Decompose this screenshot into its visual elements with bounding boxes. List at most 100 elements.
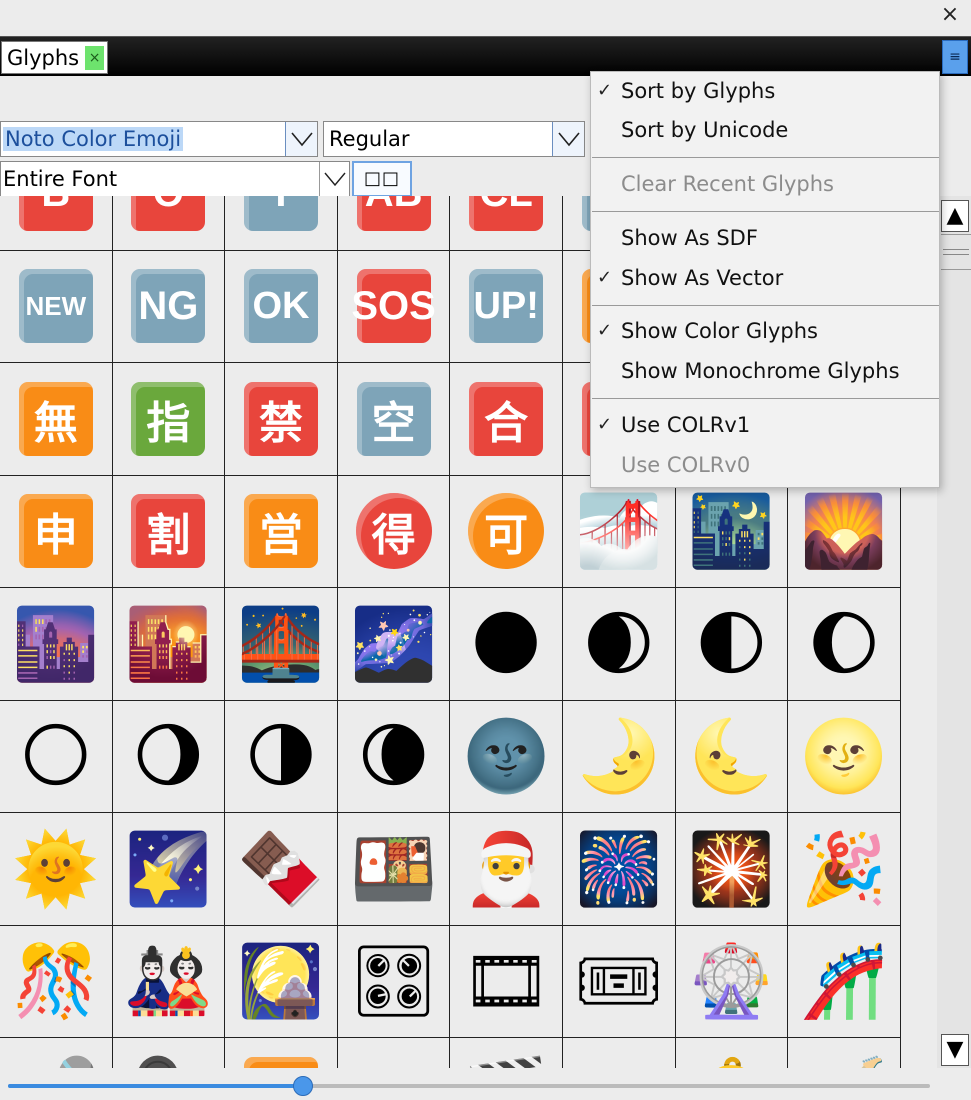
glyph-cell[interactable]: AB: [337, 196, 451, 251]
glyph-cell[interactable]: I: [225, 196, 338, 251]
glyph-cell[interactable]: 🎉: [788, 813, 901, 926]
glyph-cell[interactable]: 🌇: [112, 588, 226, 701]
glyph-cell[interactable]: [225, 1038, 338, 1068]
glyph: B: [18, 196, 93, 231]
menu-item-show-monochrome-glyphs[interactable]: Show Monochrome Glyphs: [591, 352, 939, 390]
menu-item-sort-by-unicode[interactable]: Sort by Unicode: [591, 111, 939, 149]
glyph: 指: [131, 381, 206, 456]
glyph-cell[interactable]: 🌉: [225, 588, 338, 701]
chevron-down-icon[interactable]: [552, 122, 584, 156]
glyph-cell[interactable]: OK: [225, 250, 338, 363]
glyph-cell[interactable]: 🎸: [788, 1038, 901, 1068]
zoom-slider[interactable]: [8, 1076, 930, 1096]
glyph-cell[interactable]: 🎟: [562, 925, 676, 1038]
glyph-cell[interactable]: 🎢: [788, 925, 901, 1038]
glyph-cell[interactable]: 🌌: [337, 588, 451, 701]
glyph-cell[interactable]: 🌠: [112, 813, 226, 926]
glyph-cell[interactable]: 合: [450, 363, 563, 476]
glyph-cell[interactable]: 🌚: [450, 700, 563, 813]
glyph-cell[interactable]: SOS: [337, 250, 451, 363]
scroll-up-icon[interactable]: ▲: [941, 200, 969, 232]
glyph-cell[interactable]: 🌑: [450, 588, 563, 701]
glyph-cell[interactable]: NG: [112, 250, 226, 363]
tab-glyphs[interactable]: Glyphs ×: [1, 41, 109, 74]
slider-handle[interactable]: [293, 1076, 314, 1096]
glyph: 🎛: [349, 940, 439, 1023]
chevron-down-icon[interactable]: [285, 122, 317, 156]
glyph-cell[interactable]: 🌒: [562, 588, 676, 701]
menu-item-show-as-vector[interactable]: ✓ Show As Vector: [591, 259, 939, 297]
glyph-cell[interactable]: 無: [0, 363, 113, 476]
menu-item-clear-recent-glyphs[interactable]: Clear Recent Glyphs: [591, 165, 939, 203]
glyph-cell[interactable]: 🍱: [337, 813, 451, 926]
glyph-cell[interactable]: 空: [337, 363, 451, 476]
glyph-cell[interactable]: [337, 1038, 451, 1068]
glyph-cell[interactable]: 🍫: [225, 813, 338, 926]
glyph-cell[interactable]: 🎞: [450, 925, 563, 1038]
glyph-cell[interactable]: 🔔: [675, 1038, 789, 1068]
glyph-cell[interactable]: 申: [0, 475, 113, 588]
font-family-combo[interactable]: Noto Color Emoji: [0, 121, 318, 157]
font-style-combo[interactable]: Regular: [323, 121, 585, 157]
glyph: 無: [18, 381, 93, 456]
glyph-cell[interactable]: 指: [112, 363, 226, 476]
glyph-range-combo[interactable]: Entire Font: [0, 161, 350, 197]
glyph-cell[interactable]: 🎑: [225, 925, 338, 1038]
glyph-cell[interactable]: 🎎: [112, 925, 226, 1038]
glyph-cell[interactable]: 禁: [225, 363, 338, 476]
glyph: 禁: [243, 381, 318, 456]
glyph-cell[interactable]: 🌛: [562, 700, 676, 813]
window-close-button[interactable]: ×: [937, 2, 963, 28]
scroll-down-icon[interactable]: ▼: [941, 1034, 969, 1066]
glyph-cell[interactable]: 得: [337, 475, 451, 588]
glyph: 🌁: [575, 490, 663, 573]
menu-item-use-colrv1[interactable]: ✓ Use COLRv1: [591, 406, 939, 444]
glyph-cell[interactable]: 🌓: [675, 588, 789, 701]
glyph-cell[interactable]: 🌗: [225, 700, 338, 813]
menu-item-show-as-sdf[interactable]: Show As SDF: [591, 219, 939, 257]
glyph-cell[interactable]: 可: [450, 475, 563, 588]
glyph-cell[interactable]: 🌞: [0, 813, 113, 926]
panel-menu-button[interactable]: ≡: [942, 40, 968, 74]
glyph-cell[interactable]: B: [0, 196, 113, 251]
chevron-down-icon[interactable]: [319, 162, 349, 196]
font-family-value[interactable]: Noto Color Emoji: [3, 122, 184, 156]
glyph-cell[interactable]: NEW: [0, 250, 113, 363]
glyph-cell[interactable]: 🌝: [788, 700, 901, 813]
glyph-cell[interactable]: 🌃: [675, 475, 789, 588]
glyph-cell[interactable]: O: [112, 196, 226, 251]
glyph-cell[interactable]: 🌔: [788, 588, 901, 701]
glyph-cell[interactable]: 🎤: [0, 1038, 113, 1068]
glyph-cell[interactable]: 🌖: [112, 700, 226, 813]
glyph: 🌒: [582, 602, 656, 685]
display-mode-button[interactable]: □□: [352, 161, 412, 197]
glyphs-window: × Glyphs × ≡ Noto Color Emoji Regular En…: [0, 0, 971, 1100]
glyph-cell[interactable]: 🎊: [0, 925, 113, 1038]
glyph: 🎊: [12, 940, 100, 1023]
glyph-cell[interactable]: 🎥: [112, 1038, 226, 1068]
vertical-scrollbar[interactable]: ▲ ▼: [937, 196, 971, 1068]
menu-item-show-color-glyphs[interactable]: ✓ Show Color Glyphs: [591, 312, 939, 350]
glyph-cell[interactable]: 🌘: [337, 700, 451, 813]
glyph-cell[interactable]: 🌆: [0, 588, 113, 701]
glyph-cell[interactable]: 🎆: [562, 813, 676, 926]
glyph-cell[interactable]: 🎬: [450, 1038, 563, 1068]
glyph-cell[interactable]: UP!: [450, 250, 563, 363]
glyph-cell[interactable]: [562, 1038, 676, 1068]
glyph-cell[interactable]: 🌄: [788, 475, 901, 588]
scroll-thumb[interactable]: [941, 234, 971, 270]
glyph-cell[interactable]: 🌕: [0, 700, 113, 813]
menu-item-use-colrv0[interactable]: Use COLRv0: [591, 446, 939, 484]
glyph: 可: [468, 493, 545, 570]
glyph-cell[interactable]: 割: [112, 475, 226, 588]
glyph-cell[interactable]: 🌁: [562, 475, 676, 588]
menu-item-sort-by-glyphs[interactable]: ✓ Sort by Glyphs: [591, 72, 939, 110]
glyph-cell[interactable]: 営: [225, 475, 338, 588]
glyph-cell[interactable]: 🎅: [450, 813, 563, 926]
glyph-cell[interactable]: 🎛: [337, 925, 451, 1038]
glyph-cell[interactable]: 🎡: [675, 925, 789, 1038]
glyph-cell[interactable]: 🎇: [675, 813, 789, 926]
glyph-cell[interactable]: CL: [450, 196, 563, 251]
tab-close-icon[interactable]: ×: [85, 46, 105, 70]
glyph-cell[interactable]: 🌜: [675, 700, 789, 813]
